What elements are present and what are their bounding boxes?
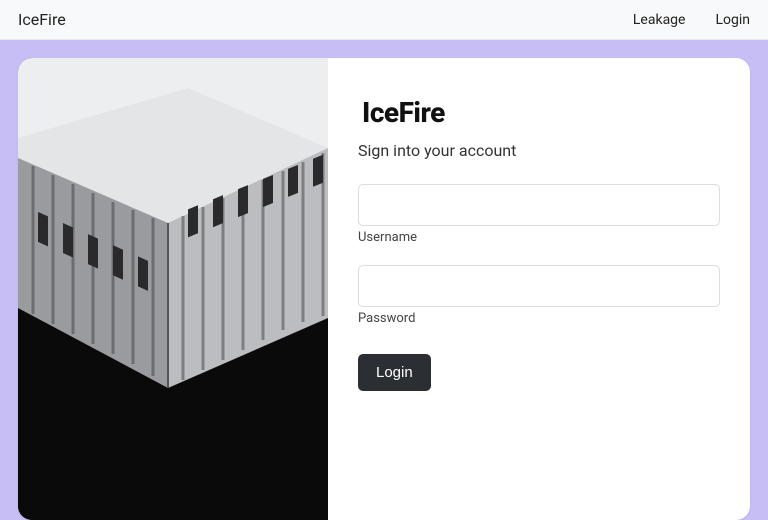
nav-link-login[interactable]: Login: [715, 12, 750, 28]
form-subtitle: Sign into your account: [358, 141, 720, 160]
topbar: IceFire Leakage Login: [0, 0, 768, 40]
username-label: Username: [358, 230, 720, 245]
brand-text: IceFire: [18, 10, 66, 29]
form-logo: IceFire: [362, 96, 720, 129]
password-label: Password: [358, 311, 720, 326]
password-input[interactable]: [358, 265, 720, 307]
password-field-group: Password: [358, 265, 720, 326]
hero-image: [18, 58, 328, 520]
nav-link-leakage[interactable]: Leakage: [633, 12, 686, 28]
login-form: IceFire Sign into your account Username …: [328, 58, 750, 520]
username-field-group: Username: [358, 184, 720, 245]
login-button[interactable]: Login: [358, 354, 431, 391]
login-card: IceFire Sign into your account Username …: [18, 58, 750, 520]
nav-right: Leakage Login: [633, 12, 750, 28]
username-input[interactable]: [358, 184, 720, 226]
page-content: IceFire Sign into your account Username …: [0, 40, 768, 520]
